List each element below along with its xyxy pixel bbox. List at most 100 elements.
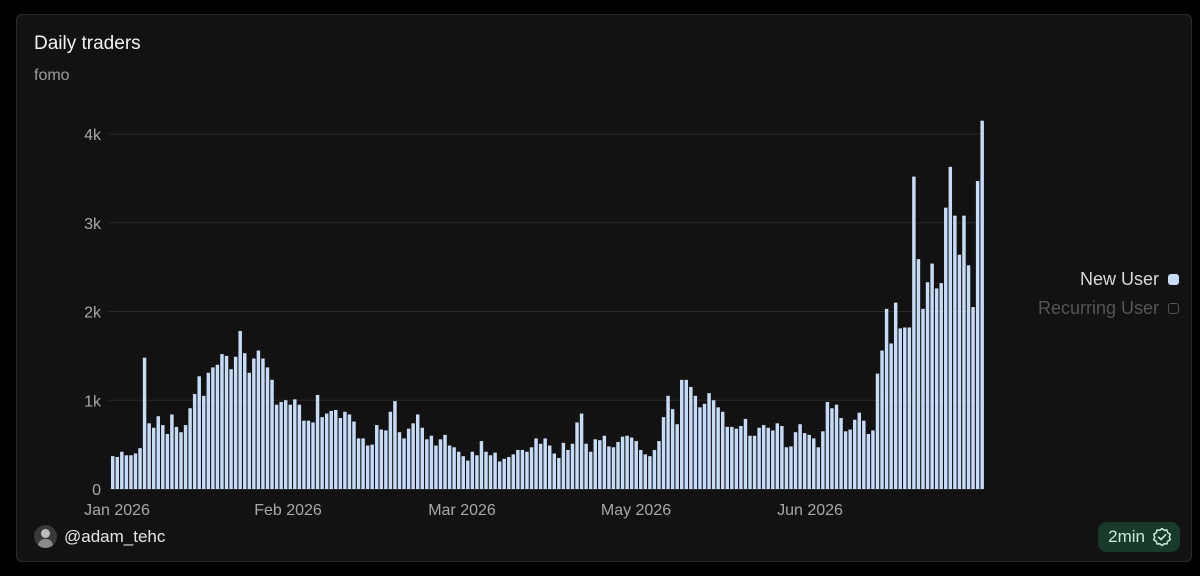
bar[interactable]: [115, 457, 119, 489]
bar[interactable]: [229, 369, 233, 489]
bar[interactable]: [588, 451, 593, 489]
bar[interactable]: [529, 447, 534, 489]
bar[interactable]: [948, 166, 953, 489]
bar[interactable]: [293, 399, 297, 489]
bar[interactable]: [315, 394, 320, 489]
bar[interactable]: [388, 411, 393, 489]
bar[interactable]: [420, 427, 424, 489]
bar[interactable]: [793, 432, 798, 489]
bar[interactable]: [698, 407, 702, 489]
bar[interactable]: [215, 364, 220, 489]
bar[interactable]: [429, 435, 434, 489]
bar[interactable]: [925, 282, 930, 489]
bar[interactable]: [156, 416, 160, 489]
bar[interactable]: [730, 426, 734, 490]
bar[interactable]: [889, 343, 893, 489]
bar[interactable]: [297, 404, 302, 489]
bar[interactable]: [629, 437, 634, 489]
bar[interactable]: [602, 435, 607, 489]
bar[interactable]: [598, 440, 602, 489]
bar[interactable]: [129, 455, 133, 489]
bar[interactable]: [771, 430, 775, 489]
bar[interactable]: [784, 447, 789, 489]
bar[interactable]: [475, 455, 479, 489]
bar[interactable]: [966, 265, 971, 489]
bar[interactable]: [516, 449, 520, 489]
bar[interactable]: [752, 435, 757, 489]
bar[interactable]: [411, 423, 415, 489]
bar[interactable]: [356, 438, 361, 489]
bar[interactable]: [557, 457, 561, 489]
bar[interactable]: [151, 427, 156, 489]
bar[interactable]: [684, 379, 689, 489]
bar[interactable]: [256, 350, 261, 489]
bar[interactable]: [434, 445, 438, 489]
bar[interactable]: [921, 308, 925, 489]
bar[interactable]: [479, 441, 484, 489]
bar[interactable]: [415, 414, 420, 489]
bar[interactable]: [447, 445, 452, 489]
bar[interactable]: [620, 436, 625, 489]
bar[interactable]: [680, 379, 684, 489]
bar[interactable]: [233, 356, 238, 489]
bar[interactable]: [343, 411, 347, 489]
bar[interactable]: [643, 454, 648, 489]
bar[interactable]: [866, 433, 871, 489]
author[interactable]: @adam_tehc: [34, 525, 165, 548]
bar[interactable]: [898, 328, 902, 489]
bar[interactable]: [625, 435, 629, 489]
bar[interactable]: [375, 425, 379, 489]
bar[interactable]: [525, 451, 529, 489]
bar[interactable]: [224, 355, 229, 490]
bar[interactable]: [252, 358, 256, 489]
legend-item-new-user[interactable]: New User: [1038, 265, 1179, 294]
bar[interactable]: [311, 422, 315, 489]
bar[interactable]: [821, 431, 825, 489]
bar[interactable]: [775, 423, 780, 489]
bar[interactable]: [616, 441, 620, 489]
bar[interactable]: [739, 425, 743, 489]
bar[interactable]: [566, 449, 570, 489]
bar[interactable]: [716, 407, 720, 489]
bar[interactable]: [534, 438, 538, 489]
bar[interactable]: [120, 451, 124, 489]
bar[interactable]: [652, 449, 657, 489]
bar[interactable]: [238, 331, 242, 489]
bar[interactable]: [634, 441, 638, 489]
bar[interactable]: [461, 456, 465, 489]
bar[interactable]: [561, 442, 566, 489]
bar[interactable]: [247, 372, 252, 489]
bar[interactable]: [520, 449, 525, 489]
bar[interactable]: [579, 413, 584, 489]
bar[interactable]: [980, 120, 984, 489]
bar[interactable]: [912, 176, 916, 489]
bar[interactable]: [493, 452, 497, 489]
bar[interactable]: [789, 446, 793, 489]
bar[interactable]: [839, 418, 843, 489]
bar[interactable]: [352, 421, 356, 489]
bar[interactable]: [930, 263, 934, 489]
refresh-badge[interactable]: 2min: [1098, 522, 1180, 552]
bar[interactable]: [593, 439, 597, 489]
bar[interactable]: [971, 307, 975, 489]
bar[interactable]: [270, 379, 274, 489]
bar[interactable]: [884, 308, 889, 489]
bar[interactable]: [384, 430, 388, 489]
bar[interactable]: [402, 438, 406, 489]
bar[interactable]: [111, 456, 115, 489]
bar[interactable]: [648, 456, 652, 489]
bar[interactable]: [857, 412, 861, 489]
bar[interactable]: [766, 427, 770, 489]
bar[interactable]: [611, 447, 616, 489]
bar[interactable]: [916, 259, 921, 489]
bar[interactable]: [456, 451, 461, 489]
bar[interactable]: [338, 418, 343, 489]
bar[interactable]: [607, 446, 611, 489]
bar[interactable]: [197, 376, 201, 489]
bar[interactable]: [975, 181, 980, 490]
bar[interactable]: [944, 207, 948, 489]
bar[interactable]: [202, 395, 206, 489]
bar[interactable]: [334, 410, 338, 489]
bar[interactable]: [406, 428, 411, 489]
bar[interactable]: [138, 448, 142, 489]
